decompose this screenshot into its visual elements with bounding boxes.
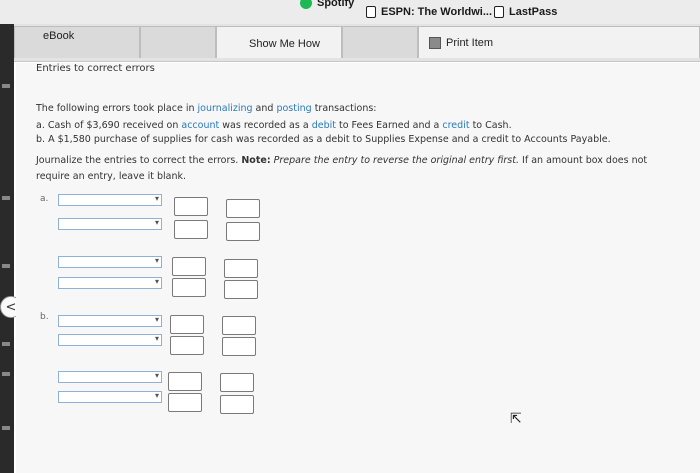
debit-amount-input[interactable] bbox=[172, 278, 206, 297]
account-select[interactable] bbox=[58, 194, 162, 206]
tab-label: Show Me How bbox=[249, 37, 320, 50]
tab-show-me-how[interactable]: Show Me How bbox=[216, 26, 342, 58]
debit-amount-input[interactable] bbox=[168, 393, 202, 412]
debit-amount-input[interactable] bbox=[174, 220, 208, 239]
tab-blank[interactable] bbox=[140, 26, 216, 58]
bookmark-label: ESPN: The Worldwi... bbox=[381, 6, 493, 18]
debit-amount-input[interactable] bbox=[170, 336, 204, 355]
print-icon bbox=[429, 36, 441, 49]
tab-blank-2[interactable] bbox=[342, 26, 418, 58]
page-icon bbox=[366, 6, 376, 18]
credit-amount-input[interactable] bbox=[220, 373, 254, 392]
problem-content: Entries to correct errors The following … bbox=[16, 63, 700, 473]
account-select[interactable] bbox=[58, 391, 162, 403]
tab-ebook[interactable]: eBook bbox=[14, 26, 140, 58]
link-credit[interactable]: credit bbox=[442, 120, 469, 131]
tab-label: Print Item bbox=[446, 36, 494, 49]
credit-amount-input[interactable] bbox=[226, 199, 260, 218]
bookmarks-bar: Spotify ESPN: The Worldwi... LastPass bbox=[0, 0, 700, 24]
bookmark-lastpass[interactable]: LastPass bbox=[494, 3, 557, 21]
bookmark-label: Spotify bbox=[317, 0, 355, 9]
page-icon bbox=[494, 6, 504, 18]
account-select[interactable] bbox=[58, 371, 162, 383]
instructions-line-1: Journalize the entries to correct the er… bbox=[36, 155, 648, 166]
debit-amount-input[interactable] bbox=[174, 197, 208, 216]
credit-amount-input[interactable] bbox=[220, 395, 254, 414]
account-select[interactable] bbox=[58, 277, 162, 289]
credit-amount-input[interactable] bbox=[224, 280, 258, 299]
account-select[interactable] bbox=[58, 315, 162, 327]
link-account[interactable]: account bbox=[181, 120, 219, 131]
account-select[interactable] bbox=[58, 218, 162, 230]
bookmark-espn[interactable]: ESPN: The Worldwi... bbox=[366, 3, 492, 21]
credit-amount-input[interactable] bbox=[224, 259, 258, 278]
credit-amount-input[interactable] bbox=[222, 337, 256, 356]
tab-bar: eBook Show Me How Print Item bbox=[0, 24, 700, 62]
window-edge bbox=[0, 24, 14, 473]
error-a-text: a. Cash of $3,690 received on account wa… bbox=[36, 120, 512, 131]
credit-amount-input[interactable] bbox=[226, 222, 260, 241]
mouse-cursor-icon: ⇱ bbox=[510, 411, 522, 427]
link-posting[interactable]: posting bbox=[276, 103, 311, 114]
page-title: Entries to correct errors bbox=[36, 63, 155, 74]
debit-amount-input[interactable] bbox=[168, 372, 202, 391]
bookmark-label: LastPass bbox=[509, 6, 558, 18]
tab-print-item[interactable]: Print Item bbox=[418, 26, 700, 58]
tab-label: eBook bbox=[43, 29, 75, 42]
debit-amount-input[interactable] bbox=[170, 315, 204, 334]
debit-amount-input[interactable] bbox=[172, 257, 206, 276]
credit-amount-input[interactable] bbox=[222, 316, 256, 335]
link-journalizing[interactable]: journalizing bbox=[198, 103, 253, 114]
error-b-text: b. A $1,580 purchase of supplies for cas… bbox=[36, 134, 611, 145]
account-select[interactable] bbox=[58, 256, 162, 268]
entry-label-a: a. bbox=[40, 194, 49, 204]
bookmark-spotify[interactable]: Spotify bbox=[300, 0, 354, 12]
instructions-line-2: require an entry, leave it blank. bbox=[36, 171, 187, 182]
entry-label-b: b. bbox=[40, 312, 49, 322]
intro-text: The following errors took place in journ… bbox=[36, 103, 377, 114]
spotify-icon bbox=[300, 0, 312, 9]
account-select[interactable] bbox=[58, 334, 162, 346]
link-debit[interactable]: debit bbox=[312, 120, 336, 131]
